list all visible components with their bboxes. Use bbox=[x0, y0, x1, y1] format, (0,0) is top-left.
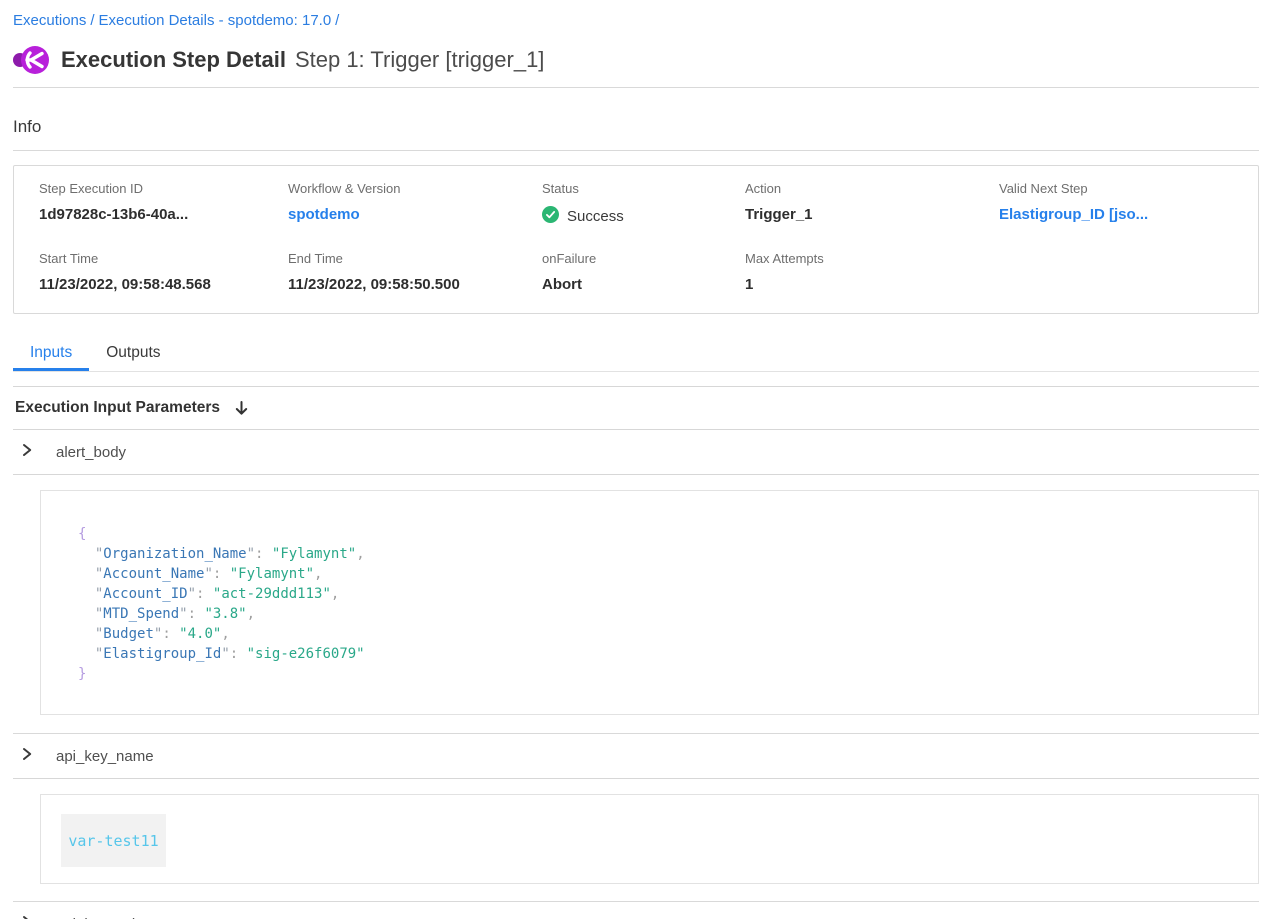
breadcrumb-separator: / bbox=[86, 12, 98, 29]
info-card-grid: Step Execution ID 1d97828c-13b6-40a... W… bbox=[39, 181, 1258, 293]
status-badge: Success bbox=[542, 206, 745, 227]
field-valid-next-step: Valid Next Step Elastigroup_ID [jso... bbox=[999, 181, 1258, 227]
chevron-right-icon bbox=[21, 915, 33, 919]
alert-body-json-box: { "Organization_Name": "Fylamynt", "Acco… bbox=[40, 490, 1259, 715]
page-header: Execution Step Detail Step 1: Trigger [t… bbox=[13, 44, 1259, 76]
status-text: Success bbox=[567, 208, 624, 225]
execution-input-parameters-label: Execution Input Parameters bbox=[15, 399, 220, 417]
breadcrumb-execution-details[interactable]: Execution Details - spotdemo: 17.0 bbox=[99, 12, 332, 29]
field-end-time: End Time 11/23/2022, 09:58:50.500 bbox=[288, 251, 542, 293]
field-label: Workflow & Version bbox=[288, 181, 542, 196]
param-row-alert-body[interactable]: alert_body bbox=[13, 430, 1259, 475]
divider bbox=[13, 150, 1259, 151]
chevron-right-icon bbox=[21, 747, 33, 766]
field-workflow-version: Workflow & Version spotdemo bbox=[288, 181, 542, 227]
divider bbox=[13, 87, 1259, 88]
page-subtitle: Step 1: Trigger [trigger_1] bbox=[295, 47, 544, 73]
field-max-attempts: Max Attempts 1 bbox=[745, 251, 999, 293]
execution-input-parameters-header: Execution Input Parameters bbox=[13, 386, 1259, 430]
api-key-name-chip: var-test11 bbox=[61, 814, 166, 867]
info-section-title: Info bbox=[13, 117, 1259, 137]
param-name: alert_body bbox=[56, 444, 126, 461]
field-label: Valid Next Step bbox=[999, 181, 1258, 196]
field-value: 11/23/2022, 09:58:48.568 bbox=[39, 276, 288, 293]
field-value: 1 bbox=[745, 276, 999, 293]
param-name: api_key_name bbox=[56, 748, 154, 765]
breadcrumb-executions[interactable]: Executions bbox=[13, 12, 86, 29]
tab-inputs[interactable]: Inputs bbox=[13, 339, 89, 371]
field-onfailure: onFailure Abort bbox=[542, 251, 745, 293]
arrow-down-icon[interactable] bbox=[234, 400, 249, 417]
field-empty bbox=[999, 251, 1258, 293]
field-label: onFailure bbox=[542, 251, 745, 266]
field-start-time: Start Time 11/23/2022, 09:58:48.568 bbox=[39, 251, 288, 293]
page: Executions/Execution Details - spotdemo:… bbox=[0, 0, 1272, 919]
field-label: Step Execution ID bbox=[39, 181, 288, 196]
tab-outputs[interactable]: Outputs bbox=[89, 339, 177, 371]
field-status: Status Success bbox=[542, 181, 745, 227]
field-value: Abort bbox=[542, 276, 745, 293]
field-value: 1d97828c-13b6-40a... bbox=[39, 206, 288, 223]
field-label: Start Time bbox=[39, 251, 288, 266]
success-check-icon bbox=[542, 206, 559, 227]
breadcrumb: Executions/Execution Details - spotdemo:… bbox=[13, 0, 1259, 29]
workflow-link[interactable]: spotdemo bbox=[288, 206, 542, 223]
field-label: End Time bbox=[288, 251, 542, 266]
field-label: Status bbox=[542, 181, 745, 196]
field-label: Action bbox=[745, 181, 999, 196]
param-row-api-key-name[interactable]: api_key_name bbox=[13, 734, 1259, 779]
field-label: Max Attempts bbox=[745, 251, 999, 266]
page-title: Execution Step Detail bbox=[61, 47, 286, 73]
info-card: Step Execution ID 1d97828c-13b6-40a... W… bbox=[13, 165, 1259, 314]
field-value: Trigger_1 bbox=[745, 206, 999, 223]
api-key-name-value-box: var-test11 bbox=[40, 794, 1259, 884]
param-row-api-key-value[interactable]: api_key_value bbox=[13, 902, 1259, 919]
field-action: Action Trigger_1 bbox=[745, 181, 999, 227]
json-code: { "Organization_Name": "Fylamynt", "Acco… bbox=[78, 524, 1238, 684]
field-value: 11/23/2022, 09:58:50.500 bbox=[288, 276, 542, 293]
breadcrumb-trailing-separator: / bbox=[331, 12, 343, 29]
fylamynt-logo-icon bbox=[13, 44, 51, 76]
field-step-execution-id: Step Execution ID 1d97828c-13b6-40a... bbox=[39, 181, 288, 227]
tab-bar: Inputs Outputs bbox=[13, 339, 1259, 372]
chevron-right-icon bbox=[21, 443, 33, 462]
next-step-link[interactable]: Elastigroup_ID [jso... bbox=[999, 206, 1258, 223]
